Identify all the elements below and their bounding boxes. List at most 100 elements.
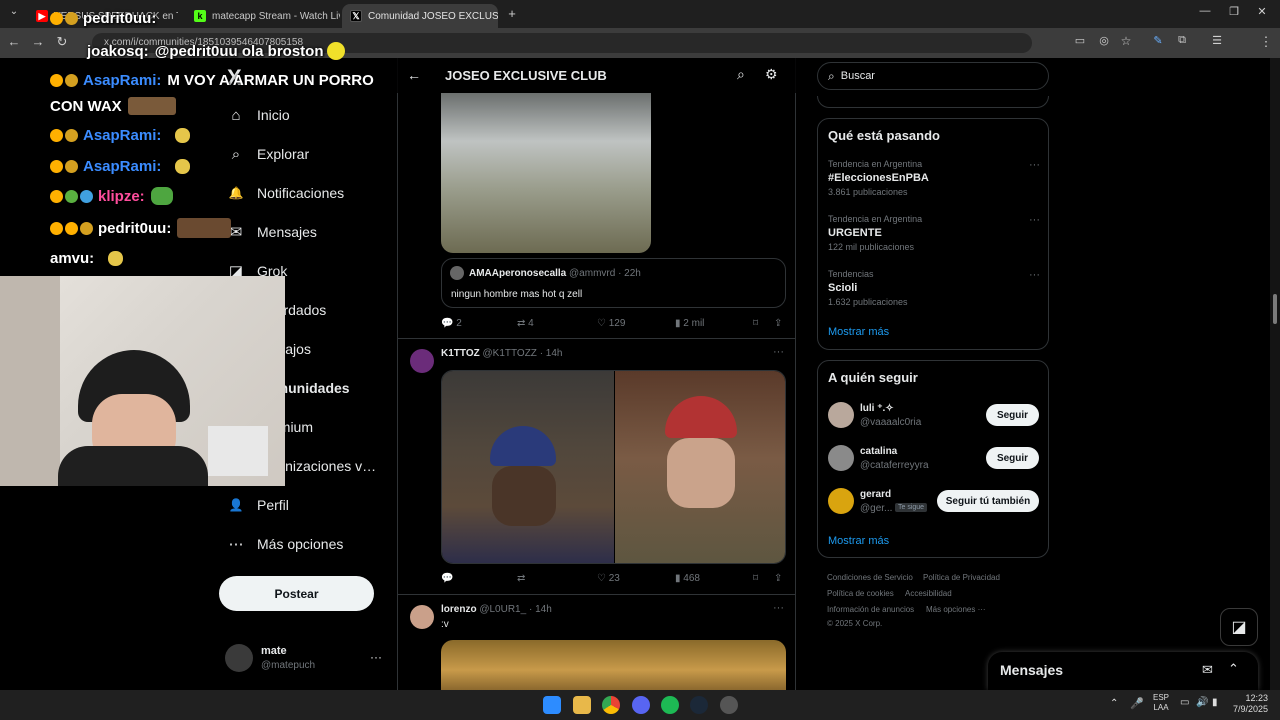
face-shape — [492, 466, 556, 526]
trend-item[interactable]: Tendencia en Argentina #EleccionesEnPBA … — [828, 159, 1040, 197]
close-window-button[interactable]: ✕ — [1252, 5, 1272, 18]
nav-perfil[interactable]: 👤 Perfil — [227, 496, 289, 514]
footer-privacy[interactable]: Política de Privacidad — [923, 573, 1000, 582]
chevron-up-icon[interactable]: ⌃ — [1228, 661, 1239, 677]
post-author[interactable]: lorenzo — [441, 604, 477, 615]
tab-title: matecapp Stream - Watch Live — [212, 10, 340, 22]
share-icon[interactable]: ⇪ — [774, 318, 782, 329]
repost-button[interactable]: ⇄ 4 — [517, 318, 534, 329]
reply-button[interactable]: 💬 2 — [441, 318, 462, 329]
menu-kebab-icon[interactable]: ⋮ — [1256, 34, 1276, 50]
forward-icon[interactable]: → — [28, 34, 48, 49]
views-button[interactable]: ▮ 468 — [675, 573, 700, 584]
post-more-icon[interactable]: ··· — [773, 602, 784, 614]
chat-username: pedrit0uu: — [98, 219, 172, 237]
post-media[interactable] — [441, 640, 786, 690]
network-icon[interactable]: ▭ — [1180, 697, 1189, 708]
nav-mensajes[interactable]: ✉ Mensajes — [227, 223, 317, 241]
nav-notificaciones[interactable]: 🔔 Notificaciones — [227, 184, 345, 202]
clock[interactable]: 12:23 7/9/2025 — [1232, 693, 1268, 715]
follow-button[interactable]: Seguir — [986, 404, 1039, 426]
new-tab-button[interactable]: + — [502, 6, 522, 21]
views-count: 468 — [683, 573, 700, 584]
like-button[interactable]: ♡ 129 — [597, 318, 625, 329]
file-explorer-icon[interactable] — [573, 696, 591, 714]
follow-back-button[interactable]: Seguir tú también — [937, 490, 1039, 512]
bookmark-icon[interactable]: ⌑ — [753, 318, 758, 329]
home-icon: ⌂ — [231, 106, 241, 124]
windows-start-icon[interactable] — [543, 696, 561, 714]
follow-avatar[interactable] — [828, 402, 854, 428]
search-input[interactable]: ⌕ Buscar — [817, 62, 1049, 90]
language-indicator[interactable]: ESP LAA — [1153, 693, 1169, 713]
account-more-icon[interactable]: ··· — [370, 650, 382, 664]
app-icon[interactable] — [720, 696, 738, 714]
footer-terms[interactable]: Condiciones de Servicio — [827, 573, 913, 582]
steam-icon[interactable] — [690, 696, 708, 714]
post-avatar[interactable] — [410, 605, 434, 629]
repost-button[interactable]: ⇄ — [517, 573, 525, 584]
nav-explorar[interactable]: ⌕ Explorar — [227, 145, 309, 163]
post-media[interactable] — [441, 370, 786, 564]
minimize-button[interactable]: — — [1195, 5, 1215, 17]
restore-button[interactable]: ❐ — [1224, 5, 1244, 18]
like-button[interactable]: ♡ 23 — [597, 573, 620, 584]
views-button[interactable]: ▮ 2 mil — [675, 318, 704, 329]
extension-icon[interactable]: ✎ — [1148, 34, 1168, 47]
chrome-icon[interactable] — [602, 696, 620, 714]
who-to-follow-title: A quién seguir — [828, 370, 918, 385]
back-arrow-icon[interactable]: ← — [407, 67, 421, 83]
trend-more-icon[interactable]: ··· — [1029, 214, 1040, 226]
eye-off-icon[interactable]: ◎ — [1094, 34, 1114, 47]
compose-message-icon[interactable]: ✉ — [1202, 662, 1213, 678]
page-scrollbar[interactable] — [1270, 58, 1280, 690]
reload-icon[interactable]: ↻ — [52, 34, 72, 50]
bookmark-icon[interactable]: ⌑ — [753, 573, 758, 584]
trend-more-icon[interactable]: ··· — [1029, 159, 1040, 171]
sidebar-icon[interactable]: ☰ — [1207, 34, 1227, 47]
follow-avatar[interactable] — [828, 445, 854, 471]
trends-show-more[interactable]: Mostrar más — [828, 326, 889, 338]
post-more-icon[interactable]: ··· — [773, 346, 784, 358]
chevron-up-icon[interactable]: ⌃ — [1110, 698, 1118, 709]
volume-icon[interactable]: 🔊 — [1196, 697, 1208, 708]
follow-avatar[interactable] — [828, 488, 854, 514]
quoted-post[interactable]: AMAAperonosecalla @ammvrd · 22h ningun h… — [441, 258, 786, 308]
footer-ads-info[interactable]: Información de anuncios — [827, 605, 914, 614]
footer-more[interactable]: Más opciones ··· — [926, 605, 986, 614]
nav-mas-opciones[interactable]: ⋯ Más opciones — [227, 535, 344, 553]
star-icon[interactable]: ☆ — [1116, 34, 1136, 48]
share-icon[interactable]: ⇪ — [774, 573, 782, 584]
post-avatar[interactable] — [410, 349, 434, 373]
who-show-more[interactable]: Mostrar más — [828, 535, 889, 547]
trend-more-icon[interactable]: ··· — [1029, 269, 1040, 281]
repost-count: 4 — [528, 318, 534, 329]
chat-username: klipze: — [98, 187, 145, 205]
tab-search-icon[interactable]: ⌄ — [4, 6, 24, 17]
footer-accessibility[interactable]: Accesibilidad — [905, 589, 952, 598]
messages-drawer[interactable]: Mensajes ✉ ⌃ — [988, 652, 1258, 690]
post-image[interactable] — [441, 93, 651, 253]
like-count: 23 — [608, 573, 620, 584]
trend-item[interactable]: Tendencia en Argentina URGENTE 122 mil p… — [828, 214, 1040, 252]
back-icon[interactable]: ← — [4, 34, 24, 49]
footer-cookies[interactable]: Política de cookies — [827, 589, 894, 598]
search-icon[interactable]: ⌕ — [737, 66, 745, 83]
account-avatar[interactable] — [225, 644, 253, 672]
puzzle-icon[interactable]: ⧉ — [1172, 34, 1192, 47]
grok-floating-icon[interactable]: ◪ — [1220, 608, 1258, 646]
follow-button[interactable]: Seguir — [986, 447, 1039, 469]
post-author[interactable]: K1TTOZ — [441, 348, 480, 359]
post-button[interactable]: Postear — [219, 576, 374, 611]
discord-icon[interactable] — [632, 696, 650, 714]
spotify-icon[interactable] — [661, 696, 679, 714]
trend-item[interactable]: Tendencias Scioli 1.632 publicaciones ··… — [828, 269, 1040, 307]
nav-inicio[interactable]: ⌂ Inicio — [227, 106, 289, 124]
tab-comunidad[interactable]: 𝕏 Comunidad JOSEO EXCLUSIVE ✕ — [342, 4, 498, 28]
gear-icon[interactable]: ⚙ — [765, 66, 778, 83]
mic-icon[interactable]: 🎤 — [1130, 697, 1144, 710]
cast-icon[interactable]: ▭ — [1070, 34, 1090, 47]
reply-button[interactable]: 💬 — [441, 573, 453, 584]
tab-matecapp[interactable]: k matecapp Stream - Watch Live ✕ — [186, 4, 340, 28]
battery-icon[interactable]: ▮ — [1212, 697, 1218, 708]
